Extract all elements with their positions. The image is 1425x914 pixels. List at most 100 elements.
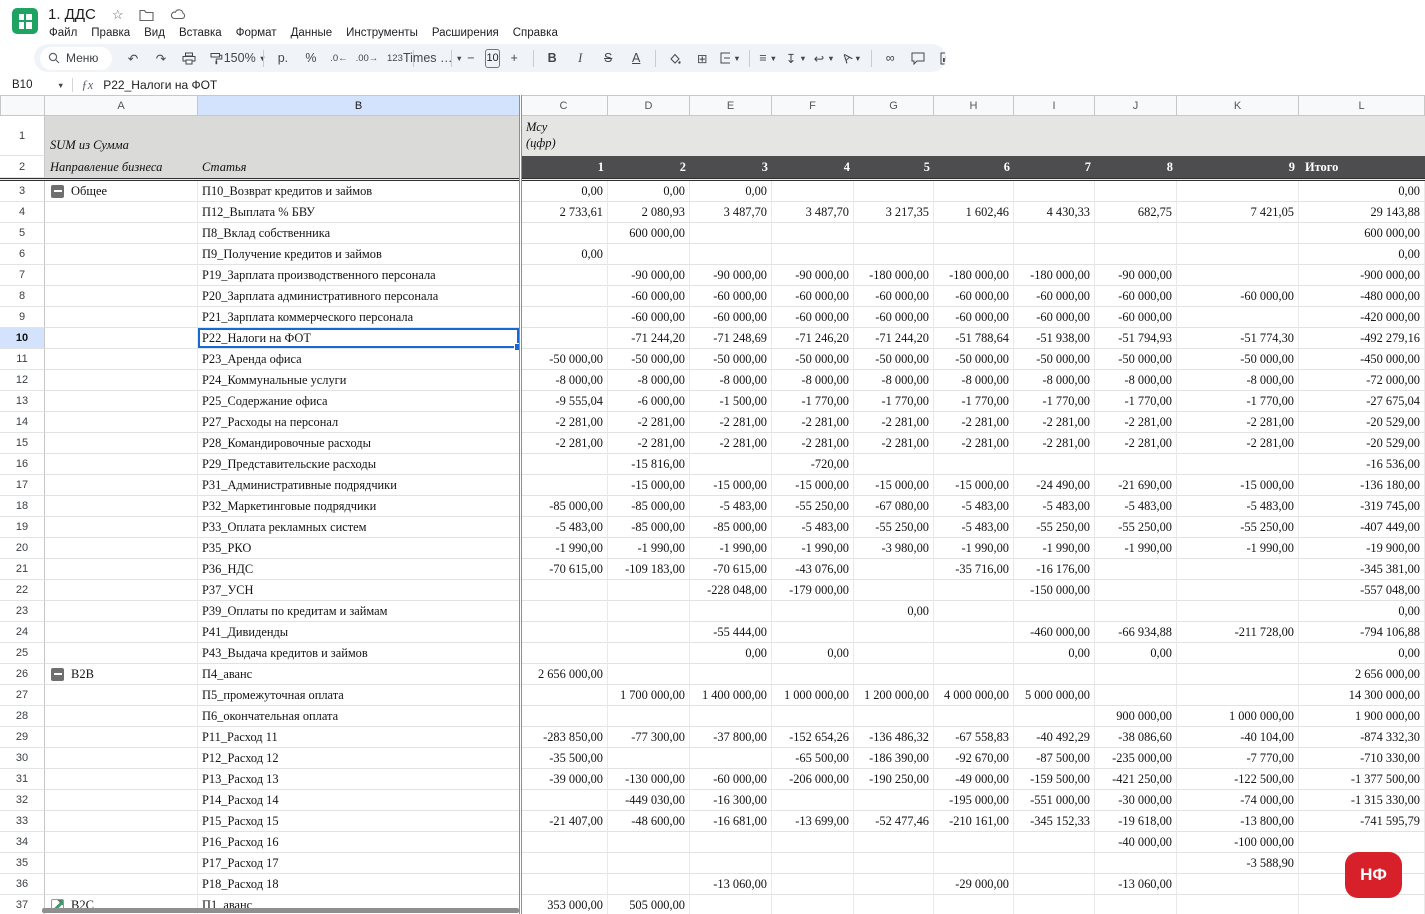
value-cell[interactable] xyxy=(1095,895,1177,914)
value-cell[interactable]: -7 770,00 xyxy=(1177,748,1299,769)
formula-input[interactable]: P22_Налоги на ФОТ xyxy=(103,78,217,92)
row-header-18[interactable]: 18 xyxy=(0,496,45,517)
value-cell[interactable]: -13 699,00 xyxy=(772,811,854,832)
value-cell[interactable]: -60 000,00 xyxy=(690,769,772,790)
value-cell[interactable]: -60 000,00 xyxy=(1014,286,1095,307)
row-header-34[interactable]: 34 xyxy=(0,832,45,853)
menu-Формат[interactable]: Формат xyxy=(229,25,284,41)
value-cell[interactable]: -5 483,00 xyxy=(520,517,608,538)
value-cell[interactable] xyxy=(520,307,608,328)
group-cell-6[interactable] xyxy=(45,244,198,265)
value-cell[interactable] xyxy=(772,790,854,811)
value-cell[interactable]: -90 000,00 xyxy=(772,265,854,286)
value-cell[interactable] xyxy=(772,223,854,244)
value-cell[interactable] xyxy=(1014,664,1095,685)
menu-Правка[interactable]: Правка xyxy=(84,25,137,41)
value-cell[interactable] xyxy=(934,223,1014,244)
group-cell-10[interactable] xyxy=(45,328,198,349)
group-cell-14[interactable] xyxy=(45,412,198,433)
value-cell[interactable]: -1 990,00 xyxy=(772,538,854,559)
value-cell[interactable]: -51 774,30 xyxy=(1177,328,1299,349)
sheets-logo-icon[interactable] xyxy=(12,8,38,34)
value-cell[interactable]: -55 444,00 xyxy=(690,622,772,643)
value-cell[interactable] xyxy=(854,832,934,853)
value-cell[interactable]: -8 000,00 xyxy=(772,370,854,391)
value-cell[interactable] xyxy=(772,853,854,874)
value-cell[interactable] xyxy=(608,874,690,895)
value-cell[interactable]: -1 990,00 xyxy=(1177,538,1299,559)
value-cell[interactable]: -190 250,00 xyxy=(854,769,934,790)
value-cell[interactable]: -85 000,00 xyxy=(690,517,772,538)
value-cell[interactable] xyxy=(1177,895,1299,914)
increase-font-size-button[interactable]: + xyxy=(501,47,528,70)
value-cell[interactable] xyxy=(1095,454,1177,475)
month-header-8[interactable]: 8 xyxy=(1095,156,1177,178)
row-header-22[interactable]: 22 xyxy=(0,580,45,601)
value-cell[interactable]: -30 000,00 xyxy=(1095,790,1177,811)
value-cell[interactable]: -50 000,00 xyxy=(690,349,772,370)
value-cell[interactable] xyxy=(934,601,1014,622)
value-cell[interactable] xyxy=(854,622,934,643)
value-cell[interactable]: -710 330,00 xyxy=(1299,748,1425,769)
value-cell[interactable] xyxy=(608,580,690,601)
value-cell[interactable]: -8 000,00 xyxy=(1014,370,1095,391)
value-cell[interactable] xyxy=(854,664,934,685)
value-cell[interactable]: 14 300 000,00 xyxy=(1299,685,1425,706)
row-header-28[interactable]: 28 xyxy=(0,706,45,727)
column-header-L[interactable]: L xyxy=(1299,95,1425,116)
article-cell-30[interactable]: Р12_Расход 12 xyxy=(198,748,520,769)
value-cell[interactable]: -195 000,00 xyxy=(934,790,1014,811)
value-cell[interactable] xyxy=(520,622,608,643)
value-cell[interactable]: 1 900 000,00 xyxy=(1299,706,1425,727)
group-cell-35[interactable] xyxy=(45,853,198,874)
value-cell[interactable]: -50 000,00 xyxy=(1177,349,1299,370)
value-cell[interactable] xyxy=(608,244,690,265)
value-cell[interactable]: 0,00 xyxy=(1095,643,1177,664)
group-cell-16[interactable] xyxy=(45,454,198,475)
value-cell[interactable] xyxy=(1095,685,1177,706)
value-cell[interactable]: -60 000,00 xyxy=(1177,286,1299,307)
row-header-10[interactable]: 10 xyxy=(0,328,45,349)
row-header-21[interactable]: 21 xyxy=(0,559,45,580)
value-cell[interactable] xyxy=(854,643,934,664)
value-cell[interactable]: -2 281,00 xyxy=(854,412,934,433)
value-cell[interactable]: -13 060,00 xyxy=(690,874,772,895)
value-cell[interactable]: -16 176,00 xyxy=(1014,559,1095,580)
menu-Справка[interactable]: Справка xyxy=(506,25,565,41)
strikethrough-button[interactable]: S xyxy=(595,47,622,70)
group-cell-32[interactable] xyxy=(45,790,198,811)
value-cell[interactable]: -206 000,00 xyxy=(772,769,854,790)
article-cell-21[interactable]: Р36_НДС xyxy=(198,559,520,580)
value-cell[interactable]: -50 000,00 xyxy=(854,349,934,370)
value-cell[interactable] xyxy=(934,622,1014,643)
group-cell-28[interactable] xyxy=(45,706,198,727)
cloud-status-icon[interactable] xyxy=(170,8,187,20)
value-cell[interactable]: 0,00 xyxy=(1299,244,1425,265)
article-cell-10[interactable]: Р22_Налоги на ФОТ xyxy=(198,328,520,349)
value-cell[interactable]: 1 700 000,00 xyxy=(608,685,690,706)
value-cell[interactable]: -5 483,00 xyxy=(934,496,1014,517)
value-cell[interactable]: -16 300,00 xyxy=(690,790,772,811)
value-cell[interactable] xyxy=(520,475,608,496)
increase-decimal-button[interactable]: .00→ xyxy=(353,47,380,70)
value-cell[interactable]: -15 000,00 xyxy=(772,475,854,496)
star-icon[interactable]: ☆ xyxy=(112,8,124,21)
value-cell[interactable] xyxy=(608,643,690,664)
value-cell[interactable]: 0,00 xyxy=(854,601,934,622)
row-header-36[interactable]: 36 xyxy=(0,874,45,895)
value-cell[interactable]: -9 555,04 xyxy=(520,391,608,412)
row-header-32[interactable]: 32 xyxy=(0,790,45,811)
value-cell[interactable]: -49 000,00 xyxy=(934,769,1014,790)
value-cell[interactable]: -180 000,00 xyxy=(1014,265,1095,286)
value-cell[interactable]: -1 315 330,00 xyxy=(1299,790,1425,811)
value-cell[interactable]: -51 788,64 xyxy=(934,328,1014,349)
value-cell[interactable]: 0,00 xyxy=(520,244,608,265)
value-cell[interactable]: -8 000,00 xyxy=(520,370,608,391)
row-header-1[interactable]: 1 xyxy=(0,116,45,156)
value-cell[interactable]: 2 656 000,00 xyxy=(520,664,608,685)
value-cell[interactable]: -345 381,00 xyxy=(1299,559,1425,580)
value-cell[interactable]: -71 246,20 xyxy=(772,328,854,349)
value-cell[interactable]: -77 300,00 xyxy=(608,727,690,748)
value-cell[interactable] xyxy=(690,748,772,769)
value-cell[interactable]: -37 800,00 xyxy=(690,727,772,748)
